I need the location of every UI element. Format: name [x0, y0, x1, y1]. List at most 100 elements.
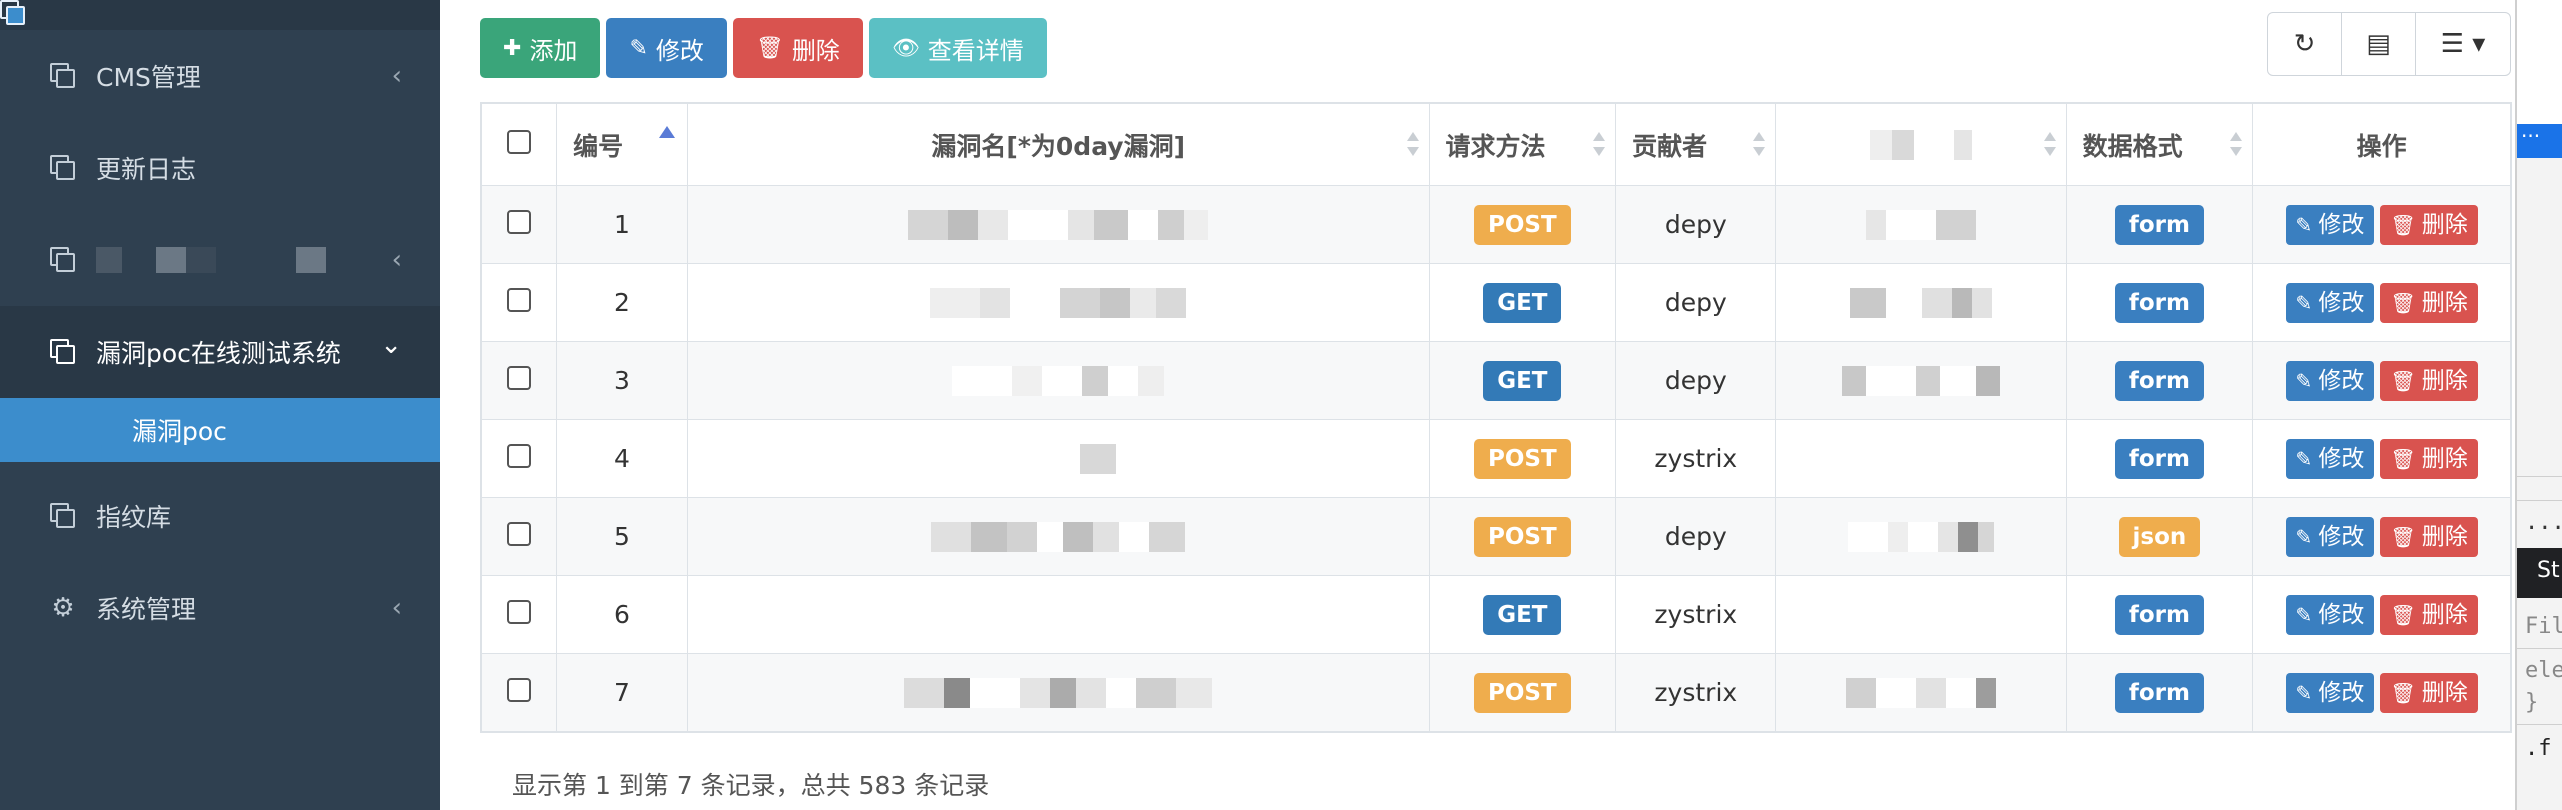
toggle-view-icon[interactable]: ▤: [2342, 13, 2416, 75]
sidebar-item-system[interactable]: ⚙ 系统管理 ‹: [0, 562, 440, 654]
method-badge: GET: [1483, 360, 1562, 401]
redacted-text: [952, 366, 1165, 396]
trash-icon: 🗑: [2390, 446, 2416, 471]
header-author[interactable]: 贡献者: [1615, 103, 1777, 186]
trash-icon: 🗑: [755, 35, 784, 61]
pencil-icon: ✎: [2295, 212, 2313, 237]
row-edit-button[interactable]: ✎ 修改: [2285, 516, 2375, 557]
redacted-text: [1842, 366, 2001, 396]
row-checkbox[interactable]: [507, 599, 532, 624]
row-id: 2: [556, 263, 688, 342]
sidebar-item-label: 漏洞poc: [132, 417, 227, 446]
devtools-divider: [2517, 500, 2562, 501]
row-select-cell: [480, 419, 558, 498]
header-ops: 操作: [2252, 103, 2511, 186]
row-checkbox[interactable]: [507, 209, 532, 234]
chevron-down-icon: ⌄: [380, 330, 402, 360]
header-name[interactable]: 漏洞名[*为0day漏洞]: [686, 103, 1430, 186]
sort-icon: [1753, 132, 1766, 156]
table-row[interactable]: 1 POST depy form ✎ 修改 🗑 删除: [480, 185, 2511, 264]
redacted-header: [1870, 130, 1973, 160]
row-delete-button[interactable]: 🗑 删除: [2380, 438, 2478, 479]
table-row[interactable]: 3 GET depy form ✎ 修改 🗑 删除: [480, 341, 2511, 420]
sidebar-item-poc-system[interactable]: 漏洞poc在线测试系统 ⌄: [0, 306, 440, 398]
pencil-icon: ✎: [2295, 602, 2313, 627]
sidebar-subitem-poc[interactable]: 漏洞poc: [0, 0, 440, 462]
refresh-icon[interactable]: ↻: [2268, 13, 2342, 75]
table-row[interactable]: 4 POST zystrix form ✎ 修改 🗑 删除: [480, 419, 2511, 498]
copy-icon: [50, 247, 76, 273]
columns-dropdown-icon[interactable]: ☰ ▾: [2416, 13, 2510, 75]
row-id: 5: [556, 497, 688, 576]
header-method[interactable]: 请求方法: [1428, 103, 1617, 186]
format-badge: json: [2118, 516, 2201, 557]
row-delete-button[interactable]: 🗑 删除: [2380, 360, 2478, 401]
row-edit-button[interactable]: ✎ 修改: [2285, 594, 2375, 635]
devtools-filter-input[interactable]: Filt: [2525, 614, 2562, 639]
sort-icon: [1406, 132, 1419, 156]
sidebar-item-label: 更新日志: [96, 155, 197, 184]
row-edit-button[interactable]: ✎ 修改: [2285, 360, 2375, 401]
row-vuln-name: [686, 263, 1430, 342]
redacted-text: [931, 522, 1186, 552]
row-checkbox[interactable]: [507, 521, 532, 546]
devtools-code-line: }: [2525, 690, 2539, 715]
row-actions: ✎ 修改 🗑 删除: [2252, 419, 2511, 498]
sidebar-item-label: 漏洞poc在线测试系统: [96, 339, 341, 368]
sidebar-item-redacted[interactable]: ‹: [0, 214, 440, 306]
row-checkbox[interactable]: [507, 287, 532, 312]
row-redacted: [1775, 575, 2067, 654]
sort-asc-icon: [658, 126, 675, 138]
row-checkbox[interactable]: [507, 677, 532, 702]
row-delete-button[interactable]: 🗑 删除: [2380, 594, 2478, 635]
devtools-tab-styles[interactable]: St: [2517, 548, 2562, 598]
row-select-cell: [480, 497, 558, 576]
sidebar-item-changelog[interactable]: 更新日志: [0, 122, 440, 214]
row-delete-button[interactable]: 🗑 删除: [2380, 672, 2478, 713]
devtools-divider: [2517, 648, 2562, 649]
row-checkbox[interactable]: [507, 443, 532, 468]
table-row[interactable]: 6 GET zystrix form ✎ 修改 🗑 删除: [480, 575, 2511, 654]
sidebar-item-fingerprint[interactable]: 指纹库: [0, 470, 440, 562]
row-redacted: [1775, 419, 2067, 498]
row-method-cell: POST: [1428, 419, 1617, 498]
select-all-checkbox[interactable]: [507, 129, 532, 154]
table-row[interactable]: 2 GET depy form ✎ 修改 🗑 删除: [480, 263, 2511, 342]
row-delete-button[interactable]: 🗑 删除: [2380, 204, 2478, 245]
delete-button[interactable]: 🗑 删除: [732, 18, 863, 78]
row-actions: ✎ 修改 🗑 删除: [2252, 341, 2511, 420]
row-actions: ✎ 修改 🗑 删除: [2252, 263, 2511, 342]
edit-button[interactable]: ✎ 修改: [606, 18, 727, 78]
trash-icon: 🗑: [2390, 368, 2416, 393]
devtools-selected-row[interactable]: ···: [2517, 124, 2562, 158]
row-actions: ✎ 修改 🗑 删除: [2252, 575, 2511, 654]
row-checkbox[interactable]: [507, 365, 532, 390]
method-badge: POST: [1474, 672, 1571, 713]
table-tools: ↻ ▤ ☰ ▾: [2267, 12, 2511, 76]
redacted-text: [1846, 678, 1997, 708]
devtools-more-icon[interactable]: ···: [2525, 516, 2562, 541]
table-row[interactable]: 7 POST zystrix form ✎ 修改 🗑 删除: [480, 653, 2511, 732]
row-actions: ✎ 修改 🗑 删除: [2252, 653, 2511, 732]
row-edit-button[interactable]: ✎ 修改: [2285, 438, 2375, 479]
row-delete-button[interactable]: 🗑 删除: [2380, 516, 2478, 557]
table-row[interactable]: 5 POST depy json ✎ 修改 🗑 删除: [480, 497, 2511, 576]
row-redacted: [1775, 341, 2067, 420]
row-method-cell: POST: [1428, 185, 1617, 264]
row-edit-button[interactable]: ✎ 修改: [2285, 282, 2375, 323]
sidebar-item-cms[interactable]: CMS管理 ‹: [0, 30, 440, 122]
redacted-text: [1866, 210, 1977, 240]
pencil-icon: ✎: [2295, 290, 2313, 315]
view-detail-button[interactable]: 👁 查看详情: [868, 18, 1047, 78]
header-id[interactable]: 编号: [556, 103, 688, 186]
add-button[interactable]: ✚ 添加: [480, 18, 601, 78]
header-format[interactable]: 数据格式: [2065, 103, 2254, 186]
header-redacted[interactable]: [1775, 103, 2067, 186]
row-author: zystrix: [1615, 419, 1777, 498]
row-edit-button[interactable]: ✎ 修改: [2285, 204, 2375, 245]
row-redacted: [1775, 263, 2067, 342]
row-format-cell: form: [2065, 419, 2254, 498]
format-badge: form: [2114, 672, 2204, 713]
row-edit-button[interactable]: ✎ 修改: [2285, 672, 2375, 713]
row-delete-button[interactable]: 🗑 删除: [2380, 282, 2478, 323]
